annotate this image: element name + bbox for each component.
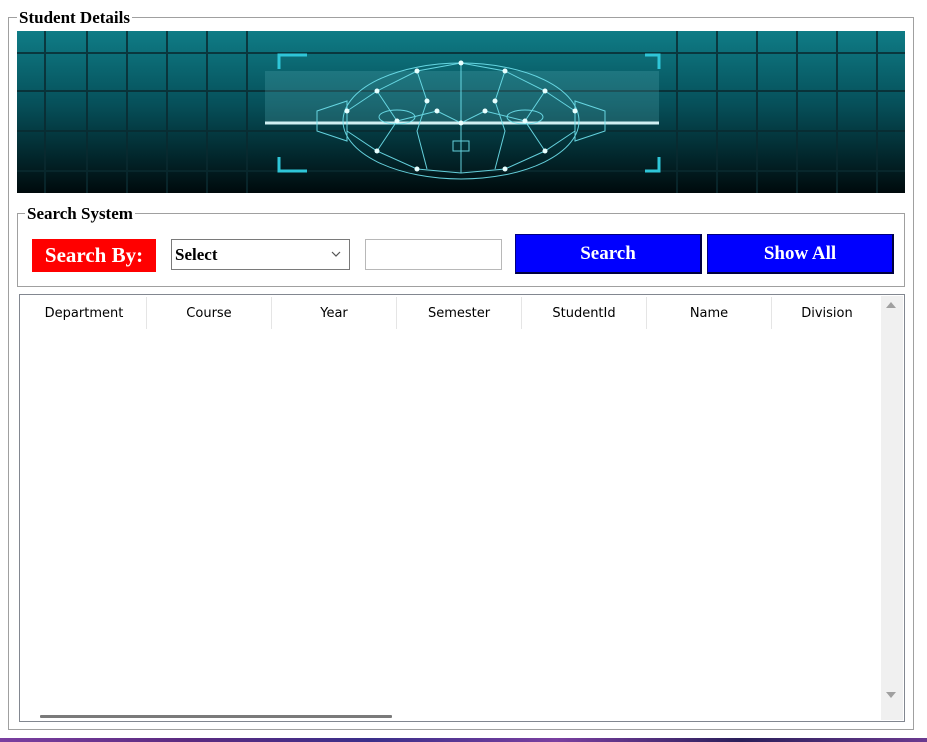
chevron-down-icon xyxy=(331,251,341,257)
column-header[interactable]: Semester xyxy=(397,297,522,329)
column-header[interactable]: Course xyxy=(147,297,272,329)
column-header[interactable]: Name xyxy=(647,297,772,329)
background-strip xyxy=(0,738,927,742)
select-value: Select xyxy=(175,245,218,264)
scroll-down-icon[interactable] xyxy=(886,692,896,698)
search-by-label: Search By: xyxy=(32,239,156,272)
vertical-scrollbar[interactable] xyxy=(881,296,903,720)
scroll-up-icon[interactable] xyxy=(886,302,896,308)
search-input[interactable] xyxy=(365,239,502,270)
column-header[interactable]: StudentId xyxy=(522,297,647,329)
horizontal-scrollbar-thumb[interactable] xyxy=(40,715,392,718)
face-recognition-banner xyxy=(17,31,905,193)
column-header[interactable]: Year xyxy=(272,297,397,329)
column-header[interactable]: Department xyxy=(22,297,147,329)
search-by-select[interactable]: Select xyxy=(171,239,350,270)
column-header[interactable]: Division xyxy=(772,297,882,329)
face-scan-icon xyxy=(17,31,905,193)
search-system-title: Search System xyxy=(25,204,135,224)
search-button[interactable]: Search xyxy=(515,234,702,274)
student-table[interactable]: Department Course Year Semester StudentI… xyxy=(19,294,905,722)
frame-title: Student Details xyxy=(17,8,132,28)
table-header: Department Course Year Semester StudentI… xyxy=(22,297,882,329)
show-all-button[interactable]: Show All xyxy=(707,234,894,274)
